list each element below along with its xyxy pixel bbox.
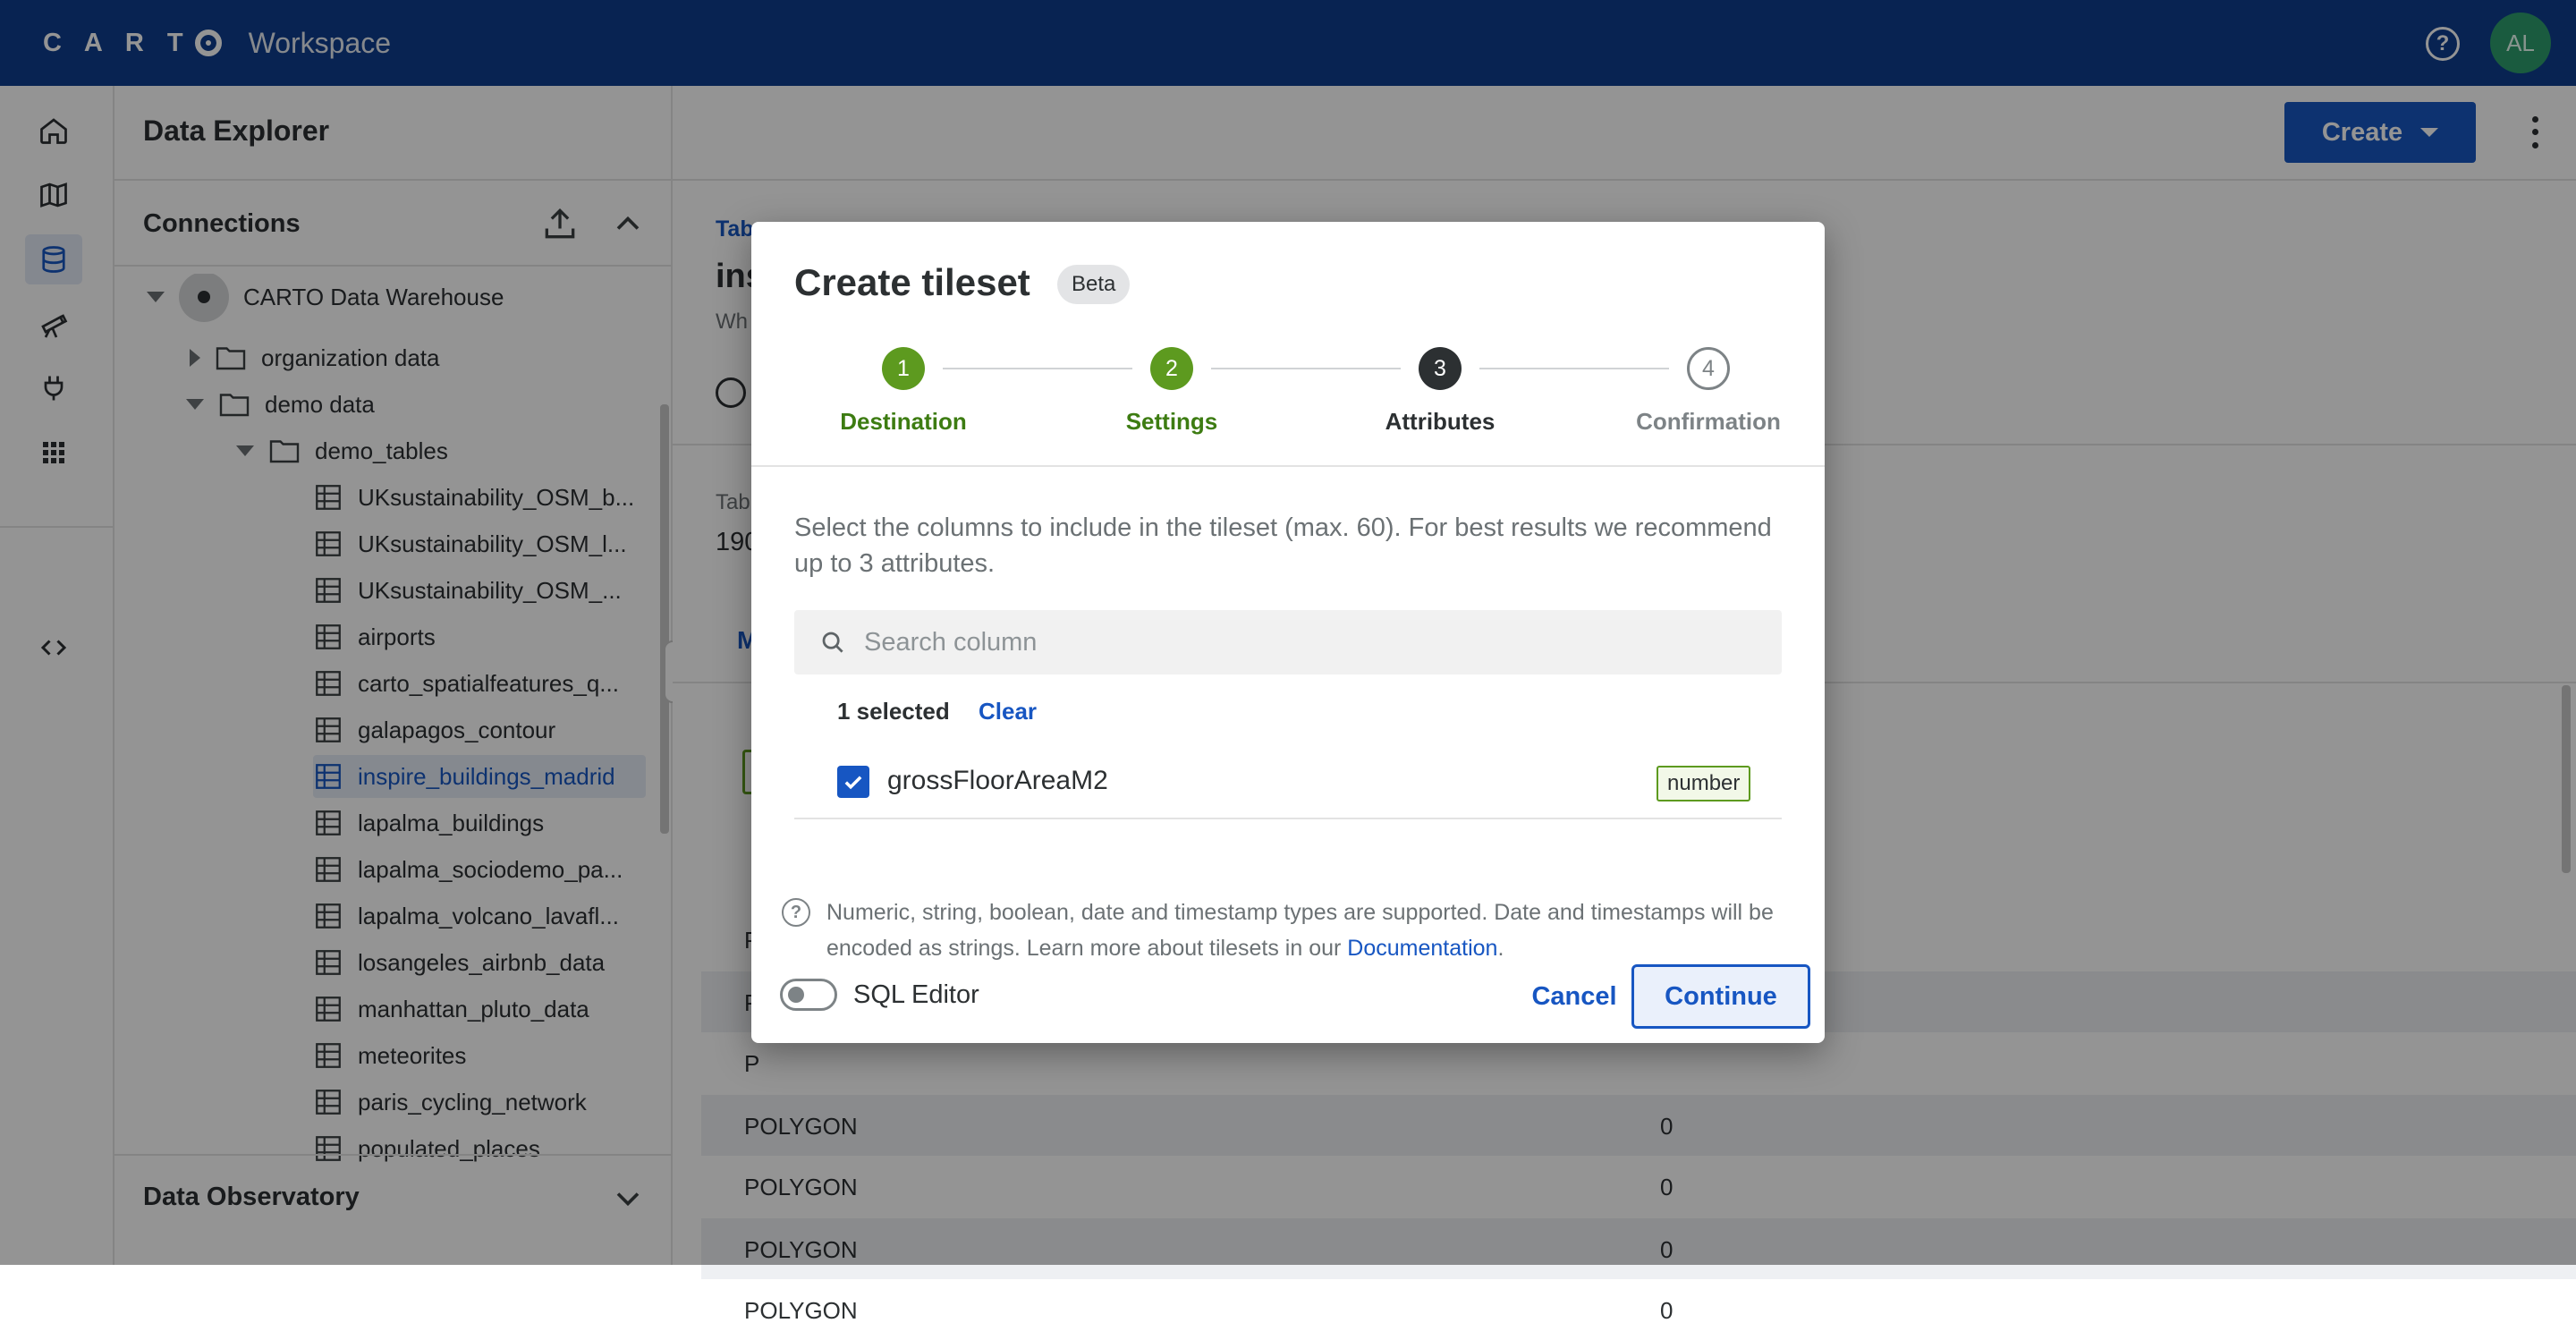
continue-button[interactable]: Continue xyxy=(1631,964,1810,1029)
column-row[interactable]: grossFloorAreaM2 number xyxy=(794,748,1782,819)
documentation-link[interactable]: Documentation xyxy=(1347,936,1497,961)
step-number: 2 xyxy=(1150,347,1193,390)
step-attributes: 3 Attributes xyxy=(1351,347,1530,436)
step-number: 3 xyxy=(1419,347,1462,390)
search-column-input[interactable] xyxy=(862,626,1739,658)
clear-selection-button[interactable]: Clear xyxy=(979,698,1037,725)
cell-value: 0 xyxy=(1660,1297,1674,1324)
table-row: POLYGON 0 xyxy=(701,1279,2576,1340)
step-number: 4 xyxy=(1687,347,1730,390)
help-note-body: Numeric, string, boolean, date and times… xyxy=(826,900,1774,961)
tileset-help-note: ? Numeric, string, boolean, date and tim… xyxy=(782,895,1801,966)
beta-badge: Beta xyxy=(1057,265,1131,304)
toggle-switch[interactable] xyxy=(780,979,837,1011)
cell-geometry: POLYGON xyxy=(744,1297,858,1324)
step-label: Confirmation xyxy=(1636,408,1781,435)
step-label: Destination xyxy=(840,408,967,435)
step-label: Attributes xyxy=(1385,408,1496,435)
search-icon xyxy=(822,632,843,653)
column-name: grossFloorAreaM2 xyxy=(887,766,1108,795)
step-confirmation: 4 Confirmation xyxy=(1619,347,1798,436)
stepper: 1 Destination 2 Settings 3 Attributes 4 … xyxy=(751,347,1825,445)
help-note-text: Numeric, string, boolean, date and times… xyxy=(826,895,1801,966)
step-number: 1 xyxy=(882,347,925,390)
dialog-description: Select the columns to include in the til… xyxy=(794,513,1772,578)
step-settings: 2 Settings xyxy=(1082,347,1261,436)
step-label: Settings xyxy=(1125,408,1218,435)
checkmark-icon xyxy=(844,776,862,790)
cancel-button[interactable]: Cancel xyxy=(1503,968,1646,1025)
help-note-end: . xyxy=(1497,936,1504,961)
selected-count: 1 selected xyxy=(837,698,950,725)
column-search xyxy=(794,610,1782,674)
divider xyxy=(751,465,1825,467)
column-type-badge: number xyxy=(1657,766,1751,801)
help-circle-icon: ? xyxy=(782,898,810,927)
step-destination: 1 Destination xyxy=(814,347,993,436)
sql-editor-label: SQL Editor xyxy=(853,980,979,1009)
dialog-title: Create tileset xyxy=(794,261,1030,303)
create-tileset-dialog: Create tileset Beta 1 Destination 2 Sett… xyxy=(751,222,1825,1043)
sql-editor-toggle[interactable]: SQL Editor xyxy=(780,979,979,1011)
column-checkbox[interactable] xyxy=(837,766,869,798)
